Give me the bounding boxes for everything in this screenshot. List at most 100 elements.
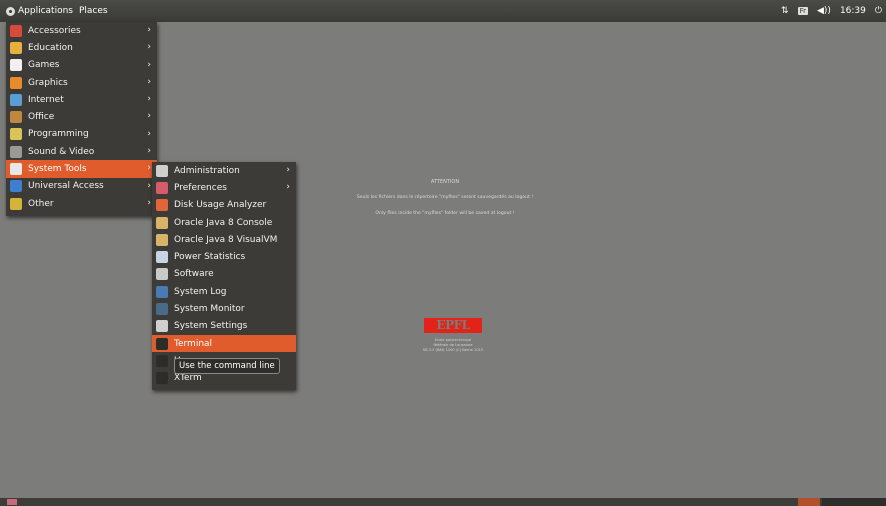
submenu-item-preferences[interactable]: Preferences › bbox=[152, 179, 296, 196]
menu-item-other[interactable]: Other › bbox=[6, 195, 157, 212]
submenu-item-power-statistics[interactable]: Power Statistics bbox=[152, 248, 296, 265]
submenu-item-label: System Settings bbox=[174, 321, 248, 332]
system-tray: ⇅ Fr ◀)) 16:39 ⏻ bbox=[781, 0, 886, 22]
menu-item-label: Graphics bbox=[28, 77, 68, 88]
submenu-item-label: Oracle Java 8 VisualVM bbox=[174, 234, 278, 245]
sound-video-icon bbox=[10, 145, 22, 158]
menu-item-programming[interactable]: Programming › bbox=[6, 126, 157, 143]
workspace-switcher-active[interactable] bbox=[798, 498, 820, 506]
menu-item-universal-access[interactable]: Universal Access › bbox=[6, 178, 157, 195]
epfl-logo: EPFL bbox=[424, 318, 482, 333]
terminal-icon bbox=[156, 337, 168, 350]
clock[interactable]: 16:39 bbox=[840, 6, 866, 16]
menu-item-label: Universal Access bbox=[28, 181, 104, 192]
submenu-item-oracle-java-8-console[interactable]: Oracle Java 8 Console bbox=[152, 214, 296, 231]
menu-item-label: Programming bbox=[28, 129, 89, 140]
menu-item-accessories[interactable]: Accessories › bbox=[6, 22, 157, 39]
terminal-tooltip: Use the command line bbox=[174, 358, 280, 374]
chevron-right-icon: › bbox=[147, 197, 151, 208]
system-tools-icon bbox=[10, 163, 22, 176]
submenu-item-label: XTerm bbox=[174, 373, 202, 384]
volume-icon[interactable]: ◀)) bbox=[817, 6, 831, 16]
graphics-icon bbox=[10, 76, 22, 89]
submenu-item-administration[interactable]: Administration › bbox=[152, 162, 296, 179]
power-icon[interactable]: ⏻ bbox=[875, 6, 882, 16]
system-tools-submenu: Administration › Preferences › Disk Usage An… bbox=[152, 162, 296, 390]
applications-label: Applications bbox=[18, 6, 73, 16]
menu-item-label: Accessories bbox=[28, 25, 81, 36]
notice-title: ATTENTION bbox=[430, 179, 460, 185]
menu-item-system-tools[interactable]: System Tools › bbox=[6, 160, 157, 178]
chevron-right-icon: › bbox=[147, 42, 151, 53]
chevron-right-icon: › bbox=[286, 182, 290, 193]
submenu-item-label: Preferences bbox=[174, 182, 227, 193]
places-menu-button[interactable]: Places bbox=[76, 0, 111, 22]
top-panel: Applications Places ⇅ Fr ◀)) 16:39 ⏻ bbox=[0, 0, 886, 22]
menu-item-label: Sound & Video bbox=[28, 146, 95, 157]
notice-line-en: Only files inside the "myfiles" folder w… bbox=[375, 211, 515, 216]
menu-item-office[interactable]: Office › bbox=[6, 108, 157, 125]
system-settings-icon bbox=[156, 320, 168, 333]
programming-icon bbox=[10, 128, 22, 141]
menu-item-label: Education bbox=[28, 42, 73, 53]
menu-item-sound-video[interactable]: Sound & Video › bbox=[6, 143, 157, 160]
menu-item-internet[interactable]: Internet › bbox=[6, 91, 157, 108]
submenu-item-label: Oracle Java 8 Console bbox=[174, 217, 273, 228]
submenu-item-disk-usage-analyzer[interactable]: Disk Usage Analyzer bbox=[152, 197, 296, 214]
submenu-item-system-log[interactable]: System Log bbox=[152, 283, 296, 300]
epfl-logo-text: EPFL bbox=[436, 318, 470, 332]
software-icon bbox=[156, 268, 168, 281]
submenu-item-terminal[interactable]: Terminal bbox=[152, 334, 296, 353]
notice-line-fr: Seuls les fichiers dans le répertoire "m… bbox=[356, 195, 534, 200]
menu-item-games[interactable]: Games › bbox=[6, 57, 157, 74]
applications-menu-button[interactable]: Applications bbox=[0, 0, 76, 22]
accessories-icon bbox=[10, 24, 22, 37]
universal-access-icon bbox=[10, 180, 22, 193]
menu-item-label: Office bbox=[28, 112, 55, 123]
submenu-item-label: Disk Usage Analyzer bbox=[174, 200, 267, 211]
epfl-address: Ecole polytechnique fédérale de Lausanne… bbox=[420, 338, 486, 352]
menu-item-graphics[interactable]: Graphics › bbox=[6, 74, 157, 91]
uxterm-icon bbox=[156, 354, 168, 367]
submenu-item-label: Software bbox=[174, 269, 214, 280]
desktop-notice: ATTENTION Seuls les fichiers dans le rép… bbox=[290, 174, 600, 222]
disk-usage-analyzer-icon bbox=[156, 199, 168, 212]
preferences-icon bbox=[156, 181, 168, 194]
submenu-item-system-settings[interactable]: System Settings bbox=[152, 318, 296, 335]
chevron-right-icon: › bbox=[147, 180, 151, 191]
chevron-right-icon: › bbox=[147, 163, 151, 174]
submenu-item-software[interactable]: Software bbox=[152, 266, 296, 283]
epfl-wallpaper-logo: EPFL Ecole polytechnique fédérale de Lau… bbox=[420, 318, 486, 352]
games-icon bbox=[10, 59, 22, 72]
menu-item-label: System Tools bbox=[28, 164, 87, 175]
system-log-icon bbox=[156, 285, 168, 298]
office-icon bbox=[10, 111, 22, 124]
epfl-address-line: SB 3.2 (Bât) 1200 (C) Berne 1015 bbox=[422, 347, 484, 352]
workspace-switcher[interactable] bbox=[822, 498, 886, 506]
ubuntu-logo-icon bbox=[6, 6, 15, 16]
submenu-item-label: Power Statistics bbox=[174, 252, 246, 263]
java-visualvm-icon bbox=[156, 233, 168, 246]
submenu-item-oracle-java-8-visualvm[interactable]: Oracle Java 8 VisualVM bbox=[152, 231, 296, 248]
network-icon[interactable]: ⇅ bbox=[781, 6, 789, 16]
chevron-right-icon: › bbox=[147, 76, 151, 87]
system-monitor-icon bbox=[156, 303, 168, 316]
menu-item-education[interactable]: Education › bbox=[6, 39, 157, 56]
chevron-right-icon: › bbox=[286, 165, 290, 175]
show-desktop-icon[interactable] bbox=[7, 499, 17, 505]
education-icon bbox=[10, 41, 22, 54]
submenu-item-label: Terminal bbox=[174, 338, 213, 349]
chevron-right-icon: › bbox=[147, 128, 151, 139]
power-statistics-icon bbox=[156, 251, 168, 264]
java-console-icon bbox=[156, 216, 168, 229]
chevron-right-icon: › bbox=[147, 146, 151, 157]
chevron-right-icon: › bbox=[147, 59, 151, 70]
administration-icon bbox=[156, 164, 168, 177]
submenu-item-system-monitor[interactable]: System Monitor bbox=[152, 300, 296, 317]
bottom-panel bbox=[0, 498, 886, 506]
menu-item-label: Internet bbox=[28, 94, 64, 105]
other-icon bbox=[10, 197, 22, 210]
chevron-right-icon: › bbox=[147, 25, 151, 35]
chevron-right-icon: › bbox=[147, 111, 151, 122]
keyboard-layout-icon[interactable]: Fr bbox=[797, 7, 808, 15]
